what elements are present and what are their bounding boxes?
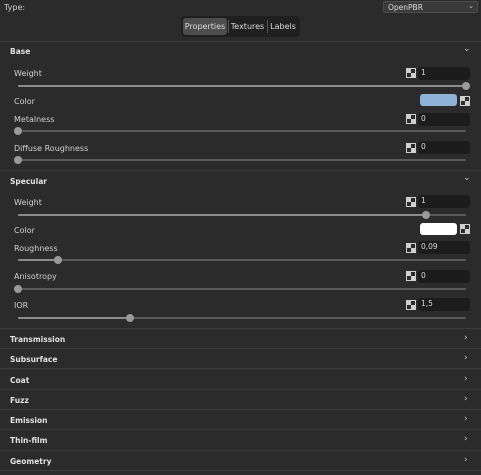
roughness-slider-handle[interactable] xyxy=(54,256,62,264)
tab-properties[interactable]: Properties xyxy=(183,18,227,35)
section-title: Specular xyxy=(10,177,47,186)
section-title: Subsurface xyxy=(10,355,58,364)
ior-label: IOR xyxy=(14,301,29,310)
chevron-right-icon: › xyxy=(464,434,468,444)
metalness-slider-track[interactable] xyxy=(18,130,466,132)
section-title: Base xyxy=(10,47,31,56)
texture-map-icon[interactable] xyxy=(406,197,416,207)
texture-map-icon[interactable] xyxy=(460,224,470,234)
metalness-label: Metalness xyxy=(14,115,55,124)
chevron-right-icon: › xyxy=(464,333,468,343)
texture-map-icon[interactable] xyxy=(406,114,416,124)
specular-weight-value: 1 xyxy=(421,196,426,205)
section-header-emission[interactable]: Emission › xyxy=(0,412,481,429)
diffuse-roughness-slider-track[interactable] xyxy=(18,159,466,161)
chevron-right-icon: › xyxy=(464,455,468,465)
specular-color-label: Color xyxy=(14,226,35,235)
base-weight-slider-handle[interactable] xyxy=(462,82,470,90)
section-title: Fuzz xyxy=(10,396,29,405)
diffuse-roughness-slider-handle[interactable] xyxy=(14,156,22,164)
roughness-slider-fill xyxy=(18,259,58,261)
texture-map-icon[interactable] xyxy=(406,243,416,253)
roughness-input[interactable]: 0,09 xyxy=(418,241,470,254)
divider xyxy=(0,41,481,42)
tab-textures[interactable]: Textures xyxy=(229,18,266,35)
section-title: Transmission xyxy=(10,335,66,344)
divider xyxy=(0,389,481,390)
section-header-specular[interactable]: Specular ⌄ xyxy=(0,173,481,187)
section-header-base[interactable]: Base ⌄ xyxy=(0,44,481,58)
metalness-value: 0 xyxy=(421,114,426,123)
section-title: Geometry xyxy=(10,457,52,466)
specular-weight-label: Weight xyxy=(14,198,42,207)
type-label: Type: xyxy=(4,3,26,12)
section-title: Coat xyxy=(10,376,30,385)
type-select-value: OpenPBR xyxy=(388,3,423,12)
diffuse-roughness-value: 0 xyxy=(421,142,426,151)
divider xyxy=(0,328,481,329)
specular-weight-slider-handle[interactable] xyxy=(422,211,430,219)
specular-color-swatch[interactable] xyxy=(420,223,457,235)
section-header-transmission[interactable]: Transmission › xyxy=(0,331,481,348)
texture-map-icon[interactable] xyxy=(406,68,416,78)
base-color-label: Color xyxy=(14,97,35,106)
chevron-right-icon: › xyxy=(464,414,468,424)
roughness-label: Roughness xyxy=(14,244,58,253)
tab-bar: Properties Textures Labels xyxy=(181,16,300,37)
section-header-coat[interactable]: Coat › xyxy=(0,371,481,388)
anisotropy-value: 0 xyxy=(421,271,426,280)
chevron-right-icon: › xyxy=(464,353,468,363)
divider xyxy=(0,470,481,471)
base-weight-label: Weight xyxy=(14,69,42,78)
roughness-slider-track[interactable] xyxy=(18,259,466,261)
anisotropy-input[interactable]: 0 xyxy=(418,270,470,283)
chevron-right-icon: › xyxy=(464,394,468,404)
anisotropy-slider-handle[interactable] xyxy=(14,285,22,293)
section-header-subsurface[interactable]: Subsurface › xyxy=(0,351,481,368)
metalness-input[interactable]: 0 xyxy=(418,113,470,126)
section-header-thin-film[interactable]: Thin-film › xyxy=(0,432,481,449)
chevron-down-icon: ⌄ xyxy=(463,44,471,54)
type-select[interactable]: OpenPBR ⌄ xyxy=(383,1,478,13)
divider xyxy=(0,450,481,451)
anisotropy-slider-track[interactable] xyxy=(18,288,466,290)
ior-slider-fill xyxy=(18,317,130,319)
base-weight-slider-fill xyxy=(18,85,466,87)
ior-input[interactable]: 1,5 xyxy=(418,298,470,311)
metalness-slider-handle[interactable] xyxy=(14,127,22,135)
section-title: Emission xyxy=(10,416,48,425)
ior-value: 1,5 xyxy=(421,299,433,308)
roughness-value: 0,09 xyxy=(421,242,438,251)
texture-map-icon[interactable] xyxy=(460,96,470,106)
divider xyxy=(0,170,481,171)
texture-map-icon[interactable] xyxy=(406,271,416,281)
ior-slider-handle[interactable] xyxy=(126,314,134,322)
chevron-down-icon: ⌄ xyxy=(468,2,474,10)
texture-map-icon[interactable] xyxy=(406,143,416,153)
chevron-down-icon: ⌄ xyxy=(463,173,471,183)
anisotropy-label: Anisotropy xyxy=(14,272,57,281)
base-weight-input[interactable]: 1 xyxy=(418,67,470,80)
base-color-swatch[interactable] xyxy=(420,94,457,106)
divider xyxy=(0,348,481,349)
diffuse-roughness-label: Diffuse Roughness xyxy=(14,144,89,153)
diffuse-roughness-input[interactable]: 0 xyxy=(418,141,470,154)
section-header-fuzz[interactable]: Fuzz › xyxy=(0,392,481,409)
divider xyxy=(0,409,481,410)
divider xyxy=(0,368,481,369)
specular-weight-input[interactable]: 1 xyxy=(418,195,470,208)
section-title: Thin-film xyxy=(10,436,48,445)
tab-labels[interactable]: Labels xyxy=(268,18,298,35)
base-weight-value: 1 xyxy=(421,68,426,77)
divider xyxy=(0,429,481,430)
section-header-geometry[interactable]: Geometry › xyxy=(0,453,481,470)
specular-weight-slider-fill xyxy=(18,214,426,216)
chevron-right-icon: › xyxy=(464,374,468,384)
texture-map-icon[interactable] xyxy=(406,300,416,310)
